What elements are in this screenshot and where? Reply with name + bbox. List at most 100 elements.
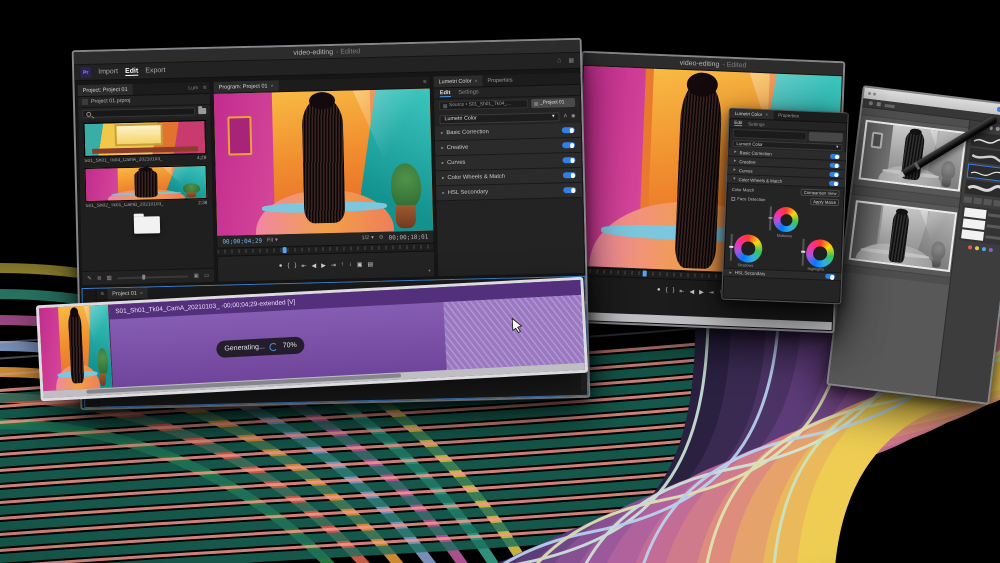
close-icon[interactable]: ×	[140, 290, 143, 296]
midtones-slider[interactable]	[769, 206, 772, 230]
toggle-basic-correction[interactable]	[562, 127, 575, 133]
highlights-slider[interactable]	[802, 239, 805, 266]
extract-button[interactable]: ↓	[349, 262, 352, 268]
source-clip-chip[interactable]: Source • S01_Sh01_Tk04_...	[439, 99, 528, 110]
tool-icon[interactable]	[885, 103, 895, 107]
toggle-color-wheels[interactable]	[563, 172, 576, 178]
panel-menu-icon[interactable]: ≡	[420, 79, 430, 85]
tab-truncated[interactable]: Lum	[186, 85, 200, 91]
playhead[interactable]	[643, 270, 647, 276]
toggle-hsl-secondary[interactable]	[563, 187, 576, 193]
mark-out-button[interactable]: }	[672, 288, 674, 294]
panel-icon[interactable]	[964, 196, 973, 203]
delete-bin-icon[interactable]: ▭	[204, 272, 209, 278]
edit-pencil-icon[interactable]: ✎	[87, 275, 92, 281]
color-swatch[interactable]	[982, 246, 986, 250]
export-frame-button[interactable]: ▣	[357, 261, 363, 268]
menu-edit[interactable]: Edit	[125, 67, 138, 75]
color-swatch[interactable]	[989, 247, 993, 251]
play-button[interactable]: ▶	[321, 262, 326, 269]
folder-icon[interactable]	[134, 216, 160, 234]
toggle-curves[interactable]	[562, 157, 575, 163]
highlights-wheel[interactable]	[806, 239, 835, 268]
comparison-view-button[interactable]: Comparison View	[801, 189, 840, 198]
toggle-hsl-secondary[interactable]	[825, 274, 835, 279]
zoom-slider[interactable]	[117, 275, 189, 279]
toggle-basic-correction[interactable]	[830, 153, 840, 158]
project-chip[interactable]	[809, 131, 843, 141]
mark-in-button[interactable]: {	[287, 263, 289, 269]
midtones-wheel[interactable]	[773, 207, 799, 233]
project-item[interactable]: S01_Sh01_Tk04_CamA_20210103_ 4;29	[83, 120, 206, 165]
tab-lumetri-color[interactable]: Lumetri Color×	[729, 109, 773, 120]
color-swatch[interactable]	[975, 246, 979, 250]
toggle-creative[interactable]	[830, 162, 840, 167]
fit-dropdown[interactable]: Fit▾	[267, 237, 278, 243]
tab-project[interactable]: Project: Project 01	[78, 84, 133, 96]
lift-button[interactable]: ↑	[341, 262, 344, 268]
close-icon[interactable]: ×	[270, 83, 273, 89]
apply-match-button[interactable]: Apply Match	[810, 198, 839, 206]
add-marker-button[interactable]: ●	[279, 263, 283, 269]
tab-timeline[interactable]: Project 01×	[107, 287, 148, 299]
add-button[interactable]: +	[428, 269, 432, 275]
mode-settings[interactable]: Settings	[748, 121, 765, 127]
go-to-in-button[interactable]: ⇤	[679, 287, 684, 294]
workspace-icon[interactable]: ▦	[568, 57, 574, 64]
go-to-in-button[interactable]: ⇤	[301, 262, 306, 269]
tool-icon[interactable]	[877, 102, 881, 106]
project-chip[interactable]: _Project 01	[531, 98, 575, 108]
go-to-out-button[interactable]: ⇥	[709, 289, 714, 296]
play-button[interactable]: ▶	[699, 288, 704, 295]
close-icon[interactable]: ×	[474, 78, 477, 84]
eye-icon[interactable]: ◉	[571, 113, 576, 119]
list-view-icon[interactable]: ≣	[97, 275, 102, 281]
color-swatch[interactable]	[968, 245, 972, 249]
storyboard-frame[interactable]	[859, 120, 968, 192]
settings-wrench-icon[interactable]: ⚙	[379, 235, 384, 241]
resolution-dropdown[interactable]: 1/2▾	[361, 235, 373, 241]
face-detection-checkbox[interactable]: Face Detection	[731, 196, 765, 202]
panel-icon[interactable]	[993, 199, 1000, 206]
tab-lumetri-color[interactable]: Lumetri Color×	[433, 75, 482, 87]
toggle-curves[interactable]	[829, 171, 839, 176]
menu-export[interactable]: Export	[145, 67, 165, 74]
layer-thumb[interactable]	[961, 229, 984, 241]
new-bin-icon[interactable]	[198, 108, 206, 114]
toggle-creative[interactable]	[562, 142, 575, 148]
mode-settings[interactable]: Settings	[458, 89, 478, 95]
mark-in-button[interactable]: {	[665, 287, 667, 293]
mode-edit[interactable]: Edit	[440, 90, 451, 97]
tab-properties[interactable]: Properties	[773, 110, 804, 120]
panel-icon[interactable]	[983, 198, 992, 205]
tab-program[interactable]: Program: Project 01×	[213, 80, 278, 93]
playhead[interactable]	[282, 247, 286, 253]
tool-icon[interactable]	[869, 101, 873, 105]
step-back-button[interactable]: ◀	[689, 288, 694, 295]
brush-preset[interactable]	[965, 179, 1000, 198]
home-icon[interactable]: ⌂	[557, 57, 561, 64]
panel-menu-icon[interactable]: ≡	[98, 291, 108, 297]
go-to-out-button[interactable]: ⇥	[331, 261, 336, 268]
preset-dropdown[interactable]: Lumetri Color▾	[439, 112, 559, 124]
shadows-wheel[interactable]	[734, 234, 763, 263]
mark-out-button[interactable]: }	[294, 263, 296, 269]
panel-icon[interactable]	[973, 197, 982, 204]
storyboard-frame[interactable]	[849, 200, 958, 272]
brush-size-icon[interactable]	[995, 127, 999, 131]
current-timecode[interactable]: 00;00;04;29	[222, 237, 262, 245]
comparison-view-button[interactable]: ▤	[367, 260, 373, 267]
menu-import[interactable]: Import	[98, 68, 118, 75]
shadows-slider[interactable]	[730, 234, 733, 261]
project-item[interactable]: S01_Sh02_Tk01_CamB_20210103_ 2;38	[85, 165, 208, 210]
tab-properties[interactable]: Properties	[482, 74, 517, 86]
layer-thumb[interactable]	[962, 218, 985, 230]
step-back-button[interactable]: ◀	[311, 262, 316, 269]
layer-thumb[interactable]	[964, 207, 987, 219]
add-marker-button[interactable]: ●	[657, 287, 661, 293]
search-input[interactable]	[82, 107, 195, 118]
auto-icon[interactable]: A	[564, 113, 567, 119]
thumbnail-view-icon[interactable]: ▦	[107, 275, 112, 281]
panel-menu-icon[interactable]: ≡	[200, 84, 210, 90]
toggle-color-wheels[interactable]	[829, 180, 839, 185]
